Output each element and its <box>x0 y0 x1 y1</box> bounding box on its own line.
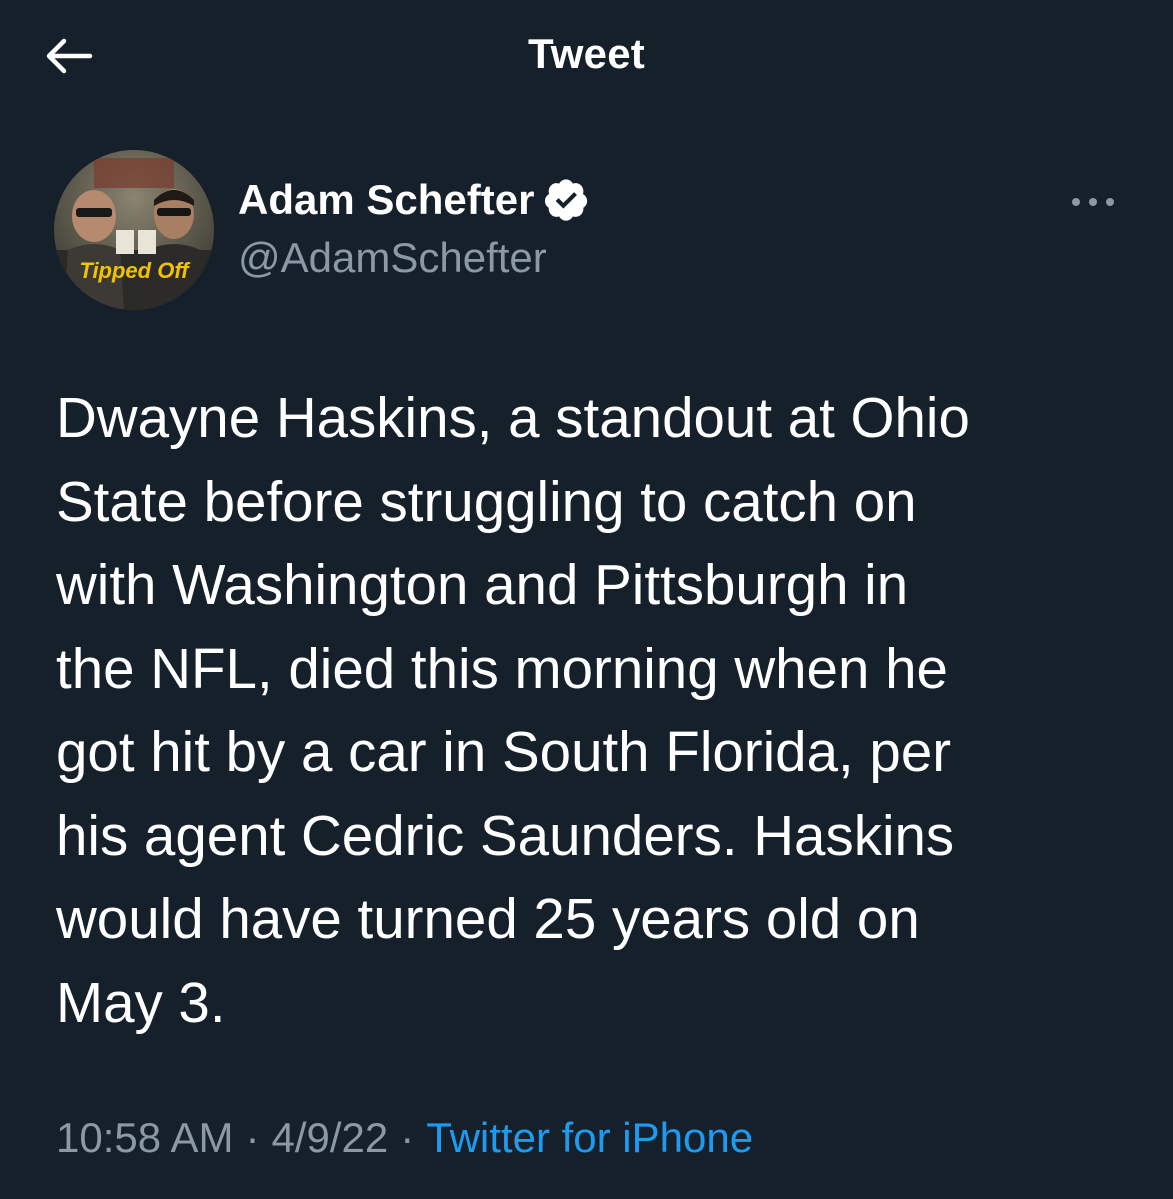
more-horizontal-icon <box>1072 198 1114 206</box>
meta-separator: · <box>400 1114 415 1161</box>
avatar-image: Tipped Off <box>54 150 214 310</box>
display-name-text: Adam Schefter <box>238 176 535 223</box>
tweet-text: Dwayne Haskins, a standout at Ohio State… <box>56 386 970 1034</box>
more-options-button[interactable] <box>1060 184 1126 220</box>
meta-separator: · <box>245 1114 260 1161</box>
tweet-time[interactable]: 10:58 AM <box>56 1114 233 1161</box>
author-handle[interactable]: @AdamSchefter <box>238 234 547 282</box>
page-title: Tweet <box>528 30 645 77</box>
tweet-source-link[interactable]: Twitter for iPhone <box>426 1114 753 1161</box>
author-name[interactable]: Adam Schefter <box>238 176 590 224</box>
tweet-date[interactable]: 4/9/22 <box>271 1114 388 1161</box>
avatar[interactable]: Tipped Off <box>54 150 214 310</box>
verified-badge-icon <box>545 179 588 221</box>
top-bar: Tweet <box>0 0 1173 112</box>
avatar-caption: Tipped Off <box>79 258 191 283</box>
tweet-meta: 10:58 AM · 4/9/22 · Twitter for iPhone <box>56 1114 753 1162</box>
